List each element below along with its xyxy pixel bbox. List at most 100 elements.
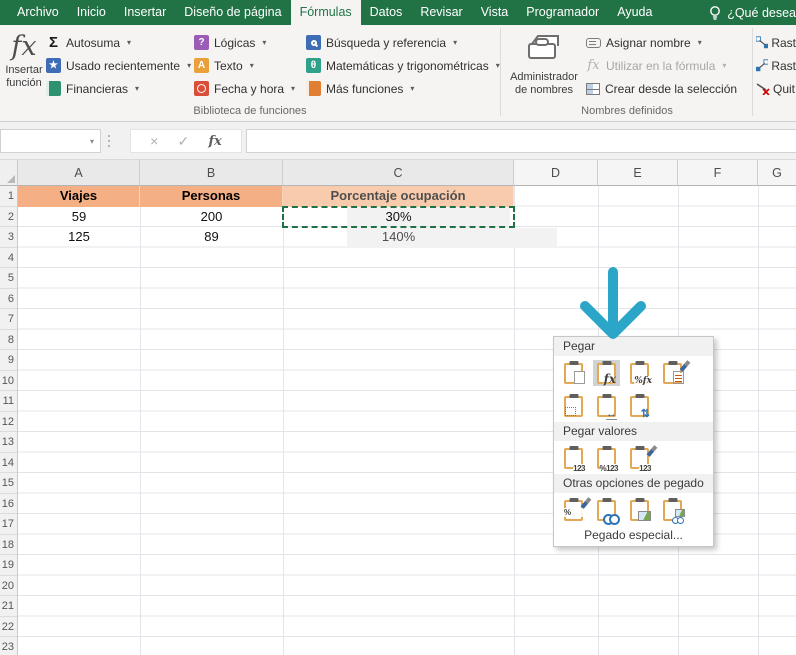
- values-number-formatting-icon[interactable]: %123: [593, 445, 620, 473]
- tab-revisar[interactable]: Revisar: [411, 0, 471, 25]
- row-header[interactable]: 10: [0, 371, 17, 391]
- row-header[interactable]: 5: [0, 268, 17, 289]
- remove-arrows-button[interactable]: Quit: [756, 77, 796, 100]
- paste-formatting-icon[interactable]: %: [560, 497, 592, 523]
- tab-archivo[interactable]: Archivo: [8, 0, 68, 25]
- row-header[interactable]: 15: [0, 473, 17, 494]
- row-header[interactable]: 4: [0, 248, 17, 268]
- row-header[interactable]: 13: [0, 432, 17, 453]
- name-manager-label-2: de nombres: [514, 84, 574, 96]
- cell-a1[interactable]: Viajes: [18, 186, 140, 207]
- tab-insertar[interactable]: Insertar: [115, 0, 175, 25]
- name-box[interactable]: ▾: [0, 129, 101, 153]
- date-time-button[interactable]: Fecha y hora ▾: [194, 77, 295, 100]
- column-header-e[interactable]: E: [598, 160, 678, 186]
- tab-formulas[interactable]: Fórmulas: [290, 0, 361, 25]
- column-headers: A B C D E F G: [0, 160, 796, 186]
- paste-link-icon[interactable]: [593, 497, 620, 525]
- autosum-button[interactable]: Σ Autosuma ▾: [46, 31, 191, 54]
- more-functions-button[interactable]: Más funciones ▾: [306, 77, 500, 100]
- math-trig-button[interactable]: θ Matemáticas y trigonométricas ▾: [306, 54, 500, 77]
- financial-button[interactable]: Financieras ▾: [46, 77, 191, 100]
- row-header[interactable]: 6: [0, 289, 17, 309]
- keep-source-column-widths-icon[interactable]: ↔: [593, 393, 620, 420]
- row-header[interactable]: 21: [0, 596, 17, 617]
- recently-used-button[interactable]: ★ Usado recientemente ▾: [46, 54, 191, 77]
- paste-picture-icon[interactable]: [626, 497, 653, 523]
- text-button[interactable]: A Texto ▾: [194, 54, 295, 77]
- paste-special-item[interactable]: Pegado especial...: [554, 526, 713, 546]
- tab-inicio[interactable]: Inicio: [68, 0, 115, 25]
- ribbon-formulas: fx Insertar función Σ Autosuma ▾ ★ Usado…: [0, 25, 796, 122]
- formula-input[interactable]: [246, 129, 796, 153]
- row-header[interactable]: 22: [0, 617, 17, 637]
- theta-icon: θ: [306, 58, 321, 73]
- star-icon: ★: [46, 58, 61, 73]
- row-header[interactable]: 3: [0, 227, 17, 248]
- transpose-icon[interactable]: ⇅: [626, 393, 653, 420]
- row-header[interactable]: 7: [0, 309, 17, 330]
- trace-precedents-button[interactable]: Rast: [756, 31, 796, 54]
- row-header[interactable]: 1: [0, 186, 17, 207]
- row-header[interactable]: 19: [0, 555, 17, 576]
- column-header-a[interactable]: A: [18, 160, 140, 186]
- row-header[interactable]: 8: [0, 330, 17, 350]
- trace-dependents-button[interactable]: Rast: [756, 54, 796, 77]
- question-mark-icon: ?: [194, 35, 209, 50]
- row-header[interactable]: 11: [0, 391, 17, 412]
- paste-linked-picture-icon[interactable]: [659, 497, 686, 524]
- row-header[interactable]: 18: [0, 535, 17, 555]
- tab-vista[interactable]: Vista: [472, 0, 518, 25]
- column-header-g[interactable]: G: [758, 160, 796, 186]
- row-header[interactable]: 2: [0, 207, 17, 227]
- cell-b1[interactable]: Personas: [140, 186, 283, 207]
- enter-icon[interactable]: ✓: [178, 134, 190, 148]
- create-from-selection-label: Crear desde la selección: [605, 81, 738, 96]
- paste-icon[interactable]: [560, 360, 587, 386]
- cell-b3[interactable]: 89: [140, 227, 283, 248]
- chevron-down-icon: ▾: [249, 61, 254, 70]
- cell-b2[interactable]: 200: [140, 207, 283, 228]
- insert-function-label-2: función: [6, 77, 42, 89]
- row-header[interactable]: 23: [0, 637, 17, 655]
- lookup-reference-button[interactable]: Búsqueda y referencia ▾: [306, 31, 500, 54]
- column-header-b[interactable]: B: [140, 160, 283, 186]
- name-manager-button[interactable]: Administrador de nombres: [505, 30, 583, 97]
- cell-a2[interactable]: 59: [18, 207, 140, 228]
- paste-values-icon[interactable]: 123: [560, 445, 587, 473]
- row-header[interactable]: 16: [0, 494, 17, 514]
- row-header[interactable]: 20: [0, 576, 17, 596]
- column-header-d[interactable]: D: [514, 160, 598, 186]
- logical-label: Lógicas: [214, 35, 256, 50]
- keep-source-formatting-icon[interactable]: [659, 360, 691, 386]
- paste-formulas-number-formatting-icon[interactable]: %fx: [626, 360, 653, 386]
- logical-button[interactable]: ? Lógicas ▾: [194, 31, 295, 54]
- cell-c1[interactable]: Porcentaje ocupación: [283, 186, 514, 207]
- chevron-down-icon[interactable]: ▾: [90, 137, 94, 146]
- select-all-corner[interactable]: [0, 160, 18, 186]
- define-name-button[interactable]: Asignar nombre ▾: [586, 31, 737, 54]
- column-header-f[interactable]: F: [678, 160, 758, 186]
- insert-function-fx-icon[interactable]: fx: [208, 135, 221, 148]
- row-header[interactable]: 17: [0, 514, 17, 535]
- paste-no-borders-icon[interactable]: [560, 393, 587, 419]
- column-header-c[interactable]: C: [283, 160, 514, 186]
- formula-bar-splitter[interactable]: [108, 135, 110, 137]
- letter-a-icon: A: [194, 58, 209, 73]
- paste-formulas-icon[interactable]: fx: [593, 360, 620, 386]
- row-header[interactable]: 14: [0, 453, 17, 473]
- cell-c3-paste-preview[interactable]: 140%: [283, 227, 514, 248]
- cancel-icon[interactable]: ×: [150, 134, 158, 148]
- financial-label: Financieras: [66, 81, 129, 96]
- tab-diseno-de-pagina[interactable]: Diseño de página: [175, 0, 290, 25]
- tab-ayuda[interactable]: Ayuda: [608, 0, 661, 25]
- row-header[interactable]: 12: [0, 412, 17, 432]
- cell-a3[interactable]: 125: [18, 227, 140, 248]
- create-from-selection-button[interactable]: Crear desde la selección: [586, 77, 737, 100]
- row-header[interactable]: 9: [0, 350, 17, 371]
- tell-me-search[interactable]: ¿Qué desea: [708, 0, 796, 25]
- magnifier-icon: [306, 35, 321, 50]
- tab-programador[interactable]: Programador: [517, 0, 608, 25]
- values-source-formatting-icon[interactable]: 123: [626, 445, 658, 473]
- tab-datos[interactable]: Datos: [361, 0, 412, 25]
